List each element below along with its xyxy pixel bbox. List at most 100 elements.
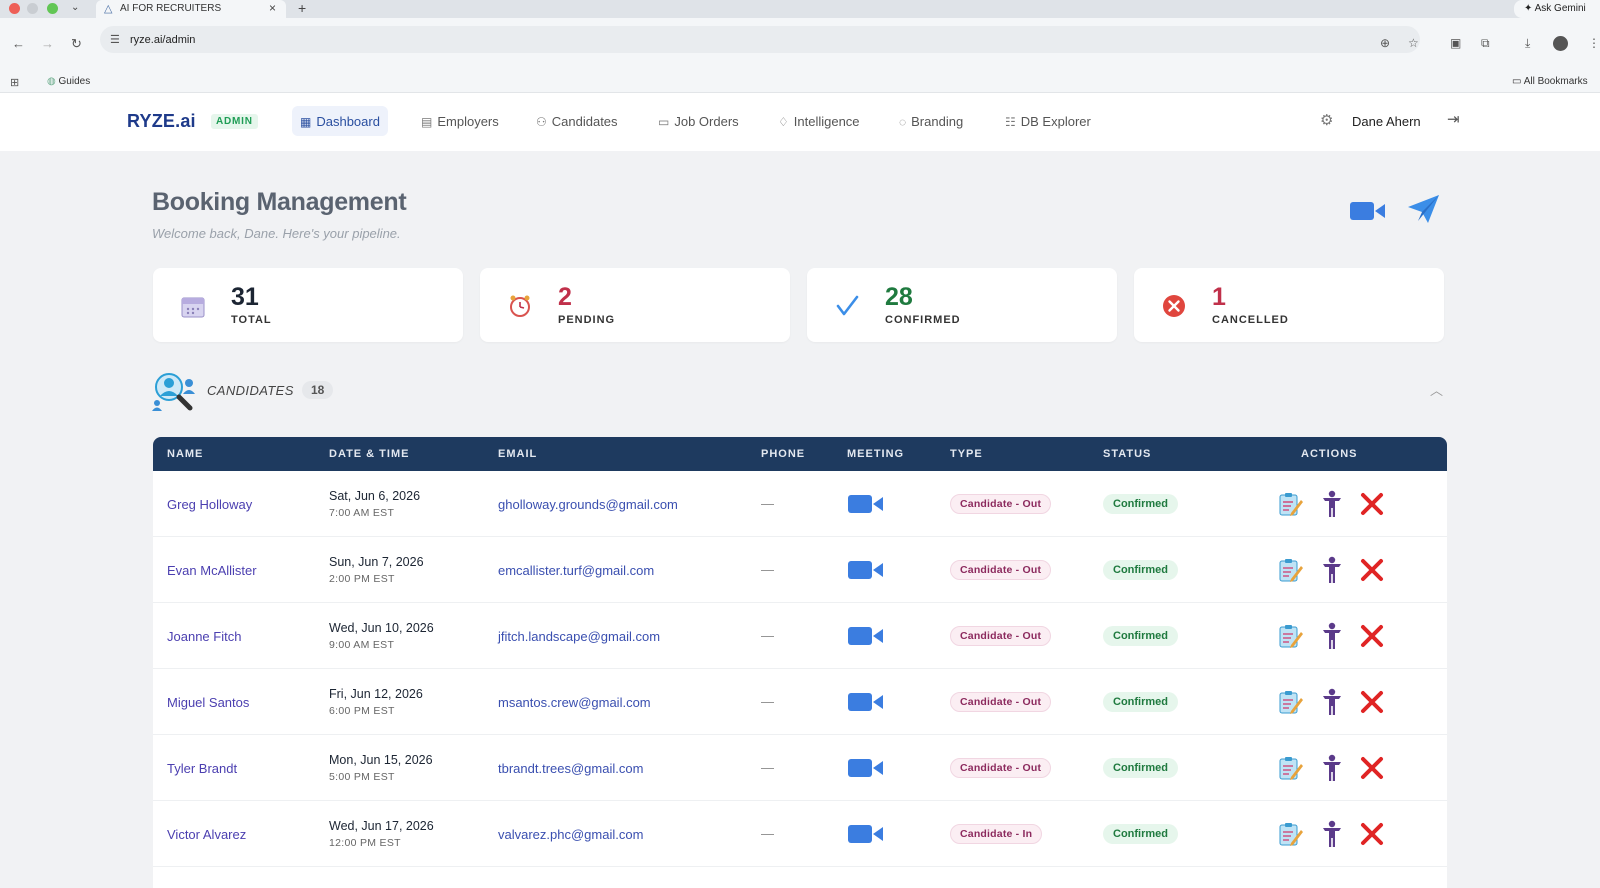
booking-date: Wed, Jun 17, 2026 bbox=[329, 819, 434, 833]
nav-db-explorer[interactable]: ☷ DB Explorer bbox=[997, 106, 1099, 136]
table-header: NAME DATE & TIME EMAIL PHONE MEETING TYP… bbox=[153, 437, 1447, 471]
person-icon[interactable] bbox=[1321, 490, 1343, 518]
app-logo[interactable]: RYZE.ai bbox=[127, 111, 196, 132]
nav-intelligence[interactable]: ♢ Intelligence bbox=[770, 106, 868, 136]
all-bookmarks-label: All Bookmarks bbox=[1523, 76, 1588, 87]
profile-avatar[interactable] bbox=[1553, 36, 1568, 51]
candidate-email-link[interactable]: emcallister.turf@gmail.com bbox=[498, 563, 654, 578]
meeting-video-icon[interactable] bbox=[848, 558, 884, 582]
person-icon[interactable] bbox=[1321, 556, 1343, 584]
candidate-name-link[interactable]: Greg Holloway bbox=[167, 497, 252, 512]
notes-clipboard-icon[interactable] bbox=[1277, 689, 1303, 715]
cancel-booking-x-icon[interactable] bbox=[1360, 756, 1384, 780]
col-email[interactable]: EMAIL bbox=[498, 448, 537, 460]
download-icon[interactable]: ⤓ bbox=[1525, 36, 1530, 51]
candidate-phone: — bbox=[761, 496, 774, 511]
bookmark-guides[interactable]: ◍ Guides bbox=[47, 76, 90, 87]
meeting-video-icon[interactable] bbox=[848, 822, 884, 846]
candidate-email-link[interactable]: gholloway.grounds@gmail.com bbox=[498, 497, 678, 512]
send-paper-plane-icon[interactable] bbox=[1406, 194, 1440, 224]
candidate-name-link[interactable]: Miguel Santos bbox=[167, 695, 249, 710]
extensions-puzzle-icon[interactable]: ⧉ bbox=[1481, 36, 1490, 51]
col-name[interactable]: NAME bbox=[167, 448, 203, 460]
nav-dashboard[interactable]: ▦ Dashboard bbox=[292, 106, 388, 136]
tab-list-chevron-icon[interactable]: ⌄ bbox=[71, 2, 79, 13]
nav-job-orders[interactable]: ▭ Job Orders bbox=[650, 106, 747, 136]
candidate-name-link[interactable]: Victor Alvarez bbox=[167, 827, 246, 842]
site-settings-icon[interactable]: ☰ bbox=[110, 33, 120, 46]
apps-grid-icon[interactable]: ⊞ bbox=[10, 76, 19, 89]
person-icon[interactable] bbox=[1321, 820, 1343, 848]
col-status[interactable]: STATUS bbox=[1103, 448, 1151, 460]
cancel-circle-icon bbox=[1163, 295, 1185, 317]
nav-employers[interactable]: ▤ Employers bbox=[413, 106, 507, 136]
meeting-video-icon[interactable] bbox=[848, 624, 884, 648]
candidate-name-link[interactable]: Evan McAllister bbox=[167, 563, 257, 578]
person-icon[interactable] bbox=[1321, 688, 1343, 716]
lightbulb-icon: ♢ bbox=[778, 115, 789, 129]
briefcase-icon: ▭ bbox=[658, 115, 670, 129]
notes-clipboard-icon[interactable] bbox=[1277, 623, 1303, 649]
candidate-phone: — bbox=[761, 628, 774, 643]
new-tab-button[interactable]: + bbox=[298, 0, 306, 16]
logout-icon[interactable]: ⇥ bbox=[1447, 110, 1460, 128]
col-type[interactable]: TYPE bbox=[950, 448, 983, 460]
minimize-window-button[interactable] bbox=[27, 3, 38, 14]
cancel-booking-x-icon[interactable] bbox=[1360, 558, 1384, 582]
candidate-email-link[interactable]: jfitch.landscape@gmail.com bbox=[498, 629, 660, 644]
meeting-video-icon[interactable] bbox=[848, 756, 884, 780]
database-icon: ☷ bbox=[1005, 115, 1016, 129]
candidates-count-badge: 18 bbox=[302, 381, 334, 399]
candidate-name-link[interactable]: Tyler Brandt bbox=[167, 761, 237, 776]
meeting-video-icon[interactable] bbox=[848, 690, 884, 714]
all-bookmarks[interactable]: ▭ All Bookmarks bbox=[1512, 76, 1588, 87]
close-window-button[interactable] bbox=[9, 3, 20, 14]
tab-close-icon[interactable]: × bbox=[269, 1, 276, 15]
maximize-window-button[interactable] bbox=[47, 3, 58, 14]
notes-clipboard-icon[interactable] bbox=[1277, 557, 1303, 583]
admin-badge: ADMIN bbox=[211, 114, 258, 129]
nav-dashboard-label: Dashboard bbox=[316, 114, 380, 129]
col-phone[interactable]: PHONE bbox=[761, 448, 805, 460]
cancel-booking-x-icon[interactable] bbox=[1360, 822, 1384, 846]
bookmark-star-icon[interactable]: ☆ bbox=[1408, 36, 1419, 50]
col-date-time[interactable]: DATE & TIME bbox=[329, 448, 409, 460]
candidate-name-link[interactable]: Joanne Fitch bbox=[167, 629, 241, 644]
settings-gear-icon[interactable]: ⚙ bbox=[1320, 111, 1333, 129]
extension-icon[interactable]: ▣ bbox=[1450, 36, 1461, 50]
url-text: ryze.ai/admin bbox=[130, 34, 196, 46]
address-bar[interactable]: ☰ ryze.ai/admin bbox=[100, 26, 1420, 53]
video-call-icon[interactable] bbox=[1350, 199, 1386, 223]
notes-clipboard-icon[interactable] bbox=[1277, 821, 1303, 847]
browser-tab[interactable]: △ AI FOR RECRUITERS × bbox=[96, 0, 286, 18]
booking-type-badge: Candidate - Out bbox=[950, 758, 1052, 778]
status-badge: Confirmed bbox=[1103, 626, 1178, 646]
ask-gemini-button[interactable]: ✦ Ask Gemini bbox=[1514, 0, 1600, 18]
person-icon[interactable] bbox=[1321, 754, 1343, 782]
zoom-icon[interactable]: ⊕ bbox=[1380, 36, 1390, 50]
cancel-booking-x-icon[interactable] bbox=[1360, 690, 1384, 714]
person-icon[interactable] bbox=[1321, 622, 1343, 650]
collapse-chevron-up-icon[interactable]: ︿ bbox=[1430, 380, 1443, 399]
col-meeting[interactable]: MEETING bbox=[847, 448, 904, 460]
candidate-phone: — bbox=[761, 760, 774, 775]
meeting-video-icon[interactable] bbox=[848, 492, 884, 516]
nav-branding[interactable]: ◌ Branding bbox=[891, 106, 971, 136]
back-arrow-icon[interactable]: ← bbox=[12, 36, 25, 51]
menu-kebab-icon[interactable]: ⋮ bbox=[1588, 36, 1600, 50]
booking-time: 6:00 PM EST bbox=[329, 705, 395, 717]
nav-branding-label: Branding bbox=[911, 114, 964, 129]
candidate-email-link[interactable]: msantos.crew@gmail.com bbox=[498, 695, 651, 710]
cancel-booking-x-icon[interactable] bbox=[1360, 492, 1384, 516]
notes-clipboard-icon[interactable] bbox=[1277, 755, 1303, 781]
cancel-booking-x-icon[interactable] bbox=[1360, 624, 1384, 648]
forward-arrow-icon[interactable]: → bbox=[41, 36, 54, 51]
booking-date: Fri, Jun 12, 2026 bbox=[329, 687, 423, 701]
candidate-email-link[interactable]: tbrandt.trees@gmail.com bbox=[498, 761, 643, 776]
reload-icon[interactable]: ↻ bbox=[71, 36, 82, 52]
candidate-email-link[interactable]: valvarez.phc@gmail.com bbox=[498, 827, 643, 842]
nav-candidates-label: Candidates bbox=[551, 114, 618, 129]
nav-candidates[interactable]: ⚇ Candidates bbox=[528, 106, 626, 136]
notes-clipboard-icon[interactable] bbox=[1277, 491, 1303, 517]
nav-db-explorer-label: DB Explorer bbox=[1020, 114, 1091, 129]
